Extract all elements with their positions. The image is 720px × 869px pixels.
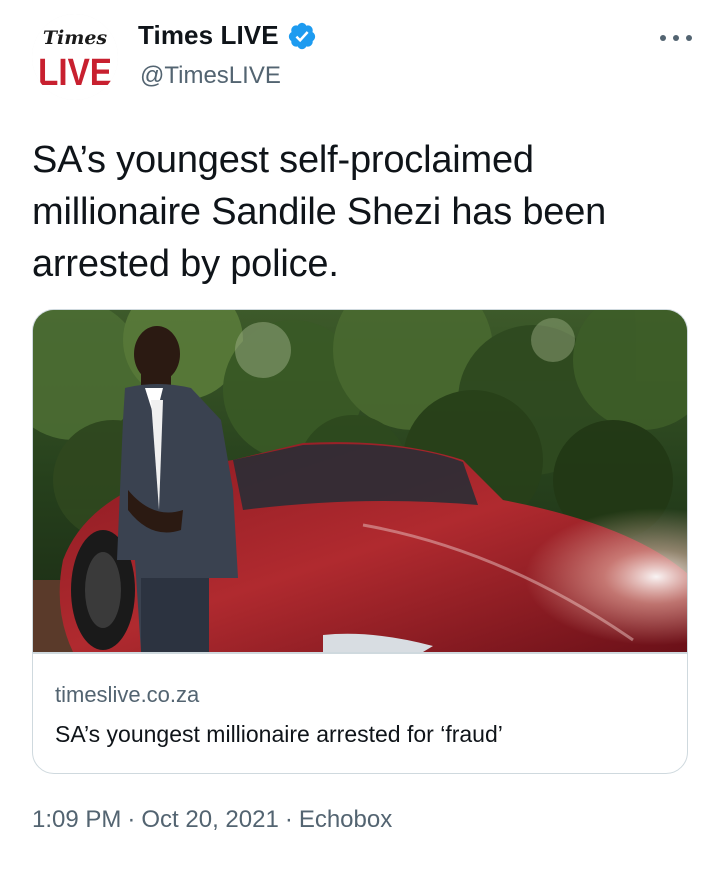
display-name[interactable]: Times LIVE (138, 20, 279, 51)
avatar-logo-line1: Times (43, 27, 108, 49)
tweet: Times LIVE Times LIVE @TimesLIVE SA’s yo… (0, 0, 720, 869)
tweet-source[interactable]: Echobox (299, 806, 392, 834)
tweet-date[interactable]: Oct 20, 2021 (141, 806, 278, 834)
more-dot (673, 35, 679, 41)
verified-badge-icon (287, 21, 317, 51)
times-live-logo: Times LIVE (32, 14, 118, 100)
card-title: SA’s youngest millionaire arrested for ‘… (55, 721, 503, 747)
meta-separator: · (127, 806, 136, 833)
more-button[interactable] (656, 26, 696, 50)
avatar-logo-line2: LIVE (38, 52, 112, 94)
link-card[interactable]: timeslive.co.za SA’s youngest millionair… (32, 309, 688, 774)
more-horizontal-icon (660, 35, 666, 41)
more-dot (686, 35, 692, 41)
meta-separator: · (284, 806, 293, 833)
avatar[interactable]: Times LIVE (32, 14, 118, 100)
card-divider (33, 652, 687, 654)
tweet-meta: 1:09 PM · Oct 20, 2021 · Echobox (32, 806, 392, 834)
card-domain: timeslive.co.za (55, 682, 200, 707)
name-row: Times LIVE (138, 20, 317, 51)
handle[interactable]: @TimesLIVE (140, 62, 281, 90)
tweet-time[interactable]: 1:09 PM (32, 806, 121, 834)
tweet-text: SA’s youngest self-proclaimed millionair… (32, 139, 607, 285)
card-image (33, 310, 687, 652)
